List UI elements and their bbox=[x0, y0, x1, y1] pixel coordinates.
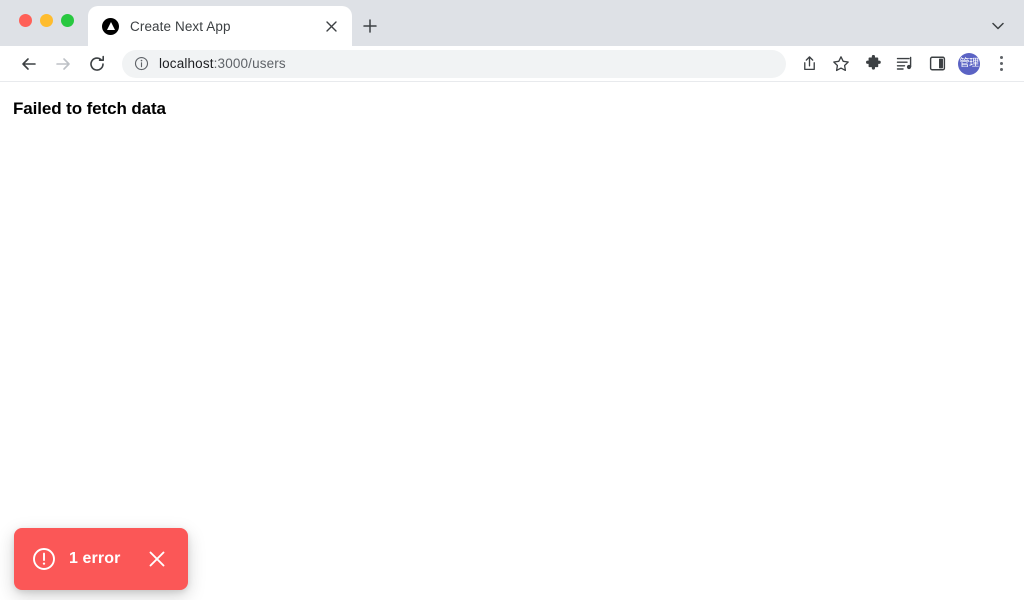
share-icon[interactable] bbox=[794, 49, 824, 79]
window-controls bbox=[19, 14, 74, 27]
close-tab-icon[interactable] bbox=[320, 15, 342, 37]
page-viewport: Failed to fetch data 1 error bbox=[0, 82, 1024, 600]
page-title: Failed to fetch data bbox=[13, 99, 166, 118]
side-panel-icon[interactable] bbox=[922, 49, 952, 79]
reload-icon[interactable] bbox=[82, 49, 112, 79]
forward-arrow-icon bbox=[48, 49, 78, 79]
nextjs-logo-icon bbox=[102, 17, 119, 35]
window-maximize-button[interactable] bbox=[61, 14, 74, 27]
back-arrow-icon[interactable] bbox=[14, 49, 44, 79]
extensions-puzzle-icon[interactable] bbox=[858, 49, 888, 79]
chevron-down-icon[interactable] bbox=[984, 12, 1012, 40]
browser-tab-active[interactable]: Create Next App bbox=[88, 6, 352, 46]
three-dot-menu-icon[interactable] bbox=[988, 49, 1014, 79]
error-count-label: 1 error bbox=[69, 550, 121, 567]
new-tab-icon[interactable] bbox=[356, 12, 384, 40]
bookmark-star-icon[interactable] bbox=[826, 49, 856, 79]
close-icon[interactable] bbox=[146, 548, 168, 570]
url-path: :3000/users bbox=[213, 56, 286, 71]
url-host: localhost bbox=[159, 56, 214, 71]
browser-toolbar: localhost:3000/users 管理 bbox=[0, 46, 1024, 82]
info-circle-icon[interactable] bbox=[133, 56, 149, 72]
tab-strip: Create Next App bbox=[0, 0, 1024, 46]
error-toast[interactable]: 1 error bbox=[14, 528, 189, 590]
tab-title: Create Next App bbox=[130, 18, 231, 34]
browser-window: Create Next App localhost:3000/users 管理 … bbox=[0, 0, 1024, 600]
address-bar-url: localhost:3000/users bbox=[159, 56, 286, 71]
profile-avatar[interactable]: 管理 bbox=[954, 49, 984, 79]
window-minimize-button[interactable] bbox=[40, 14, 53, 27]
address-bar[interactable]: localhost:3000/users bbox=[122, 49, 786, 78]
media-playlist-icon[interactable] bbox=[890, 49, 920, 79]
alert-circle-icon bbox=[32, 547, 56, 571]
window-close-button[interactable] bbox=[19, 14, 32, 27]
avatar: 管理 bbox=[958, 52, 980, 75]
